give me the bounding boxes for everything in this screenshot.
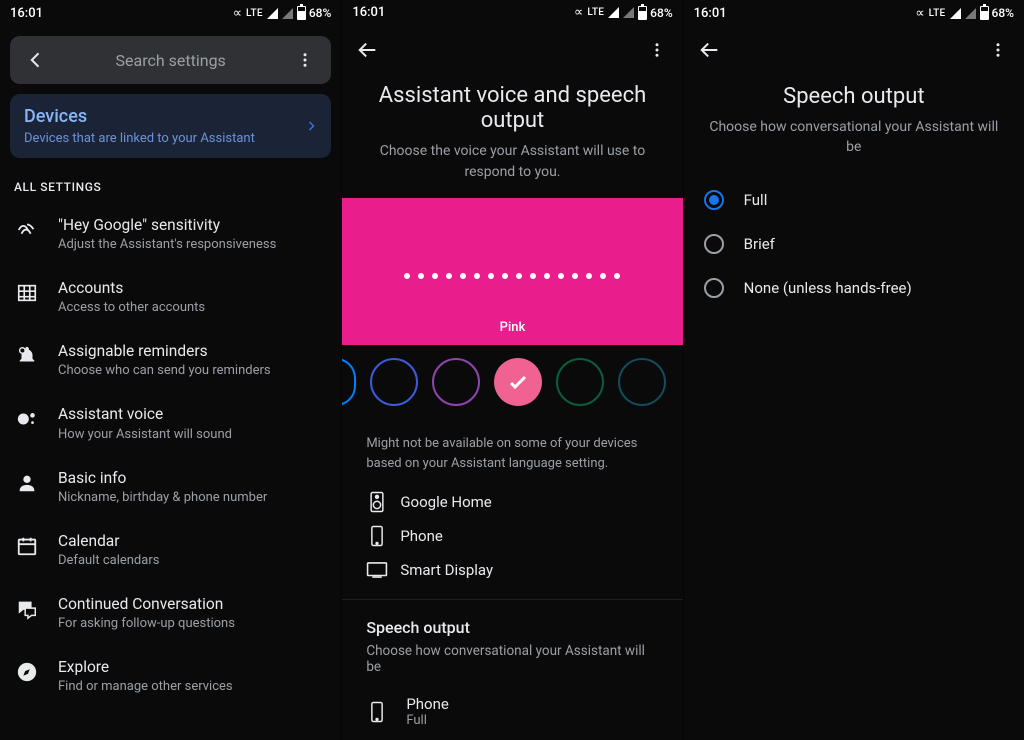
signal-icon: [267, 8, 278, 19]
check-icon: [506, 370, 530, 394]
page-description: Choose how conversational your Assistant…: [684, 117, 1024, 174]
status-time: 16:01: [352, 5, 385, 20]
status-bar: 16:01 ∝ LTE 68%: [342, 0, 682, 26]
overflow-button[interactable]: [637, 30, 677, 70]
sensitivity-icon: [14, 217, 40, 243]
speech-output-options: Full Brief None (unless hands-free): [684, 174, 1024, 314]
voice-option[interactable]: [556, 358, 604, 406]
accounts-icon: [14, 280, 40, 306]
status-bar: 16:01 ∝ LTE 68%: [684, 0, 1024, 26]
battery-indicator: 68%: [297, 6, 331, 20]
setting-hey-google-sensitivity[interactable]: "Hey Google" sensitivityAdjust the Assis…: [0, 202, 341, 265]
radio-brief[interactable]: Brief: [694, 222, 1014, 266]
network-lte: LTE: [246, 8, 263, 19]
devices-card[interactable]: Devices Devices that are linked to your …: [10, 94, 331, 158]
vpn-icon: ∝: [233, 6, 242, 21]
speaker-icon: [366, 491, 388, 513]
setting-calendar[interactable]: CalendarDefault calendars: [0, 518, 341, 581]
setting-assistant-voice[interactable]: Assistant voiceHow your Assistant will s…: [0, 391, 341, 454]
voice-waveform-icon: [404, 273, 620, 279]
speech-output-title: Speech output: [342, 600, 682, 643]
explore-icon: [14, 659, 40, 685]
voice-option[interactable]: [618, 358, 666, 406]
overflow-button[interactable]: [978, 30, 1018, 70]
device-google-home: Google Home: [366, 491, 506, 513]
voice-selector-row[interactable]: [342, 345, 682, 420]
signal-icon: [950, 8, 961, 19]
voice-option[interactable]: [432, 358, 480, 406]
speech-output-phone[interactable]: Phone Full: [342, 689, 682, 740]
device-smart-display: Smart Display: [366, 559, 566, 581]
setting-explore[interactable]: ExploreFind or manage other services: [0, 644, 341, 707]
calendar-icon: [14, 533, 40, 559]
page-description: Choose the voice your Assistant will use…: [342, 141, 682, 198]
display-icon: [366, 559, 388, 581]
battery-percent: 68%: [992, 6, 1014, 20]
speech-output-desc: Choose how conversational your Assistant…: [342, 643, 682, 689]
radio-icon: [704, 190, 724, 210]
network-lte: LTE: [587, 7, 604, 18]
status-time: 16:01: [10, 6, 43, 21]
battery-percent: 68%: [650, 6, 672, 20]
network-lte: LTE: [929, 8, 946, 19]
voice-option[interactable]: [342, 358, 356, 406]
phone-icon: [366, 701, 388, 723]
settings-list: "Hey Google" sensitivityAdjust the Assis…: [0, 202, 341, 707]
screen-voice-output: 16:01 ∝ LTE 68% Assistant voice and spee…: [341, 0, 682, 740]
voice-preview-card[interactable]: Pink: [342, 198, 682, 345]
battery-indicator: 68%: [638, 6, 672, 20]
page-title: Speech output: [684, 74, 1024, 117]
vpn-icon: ∝: [574, 5, 583, 20]
setting-assignable-reminders[interactable]: Assignable remindersChoose who can send …: [0, 328, 341, 391]
availability-note: Might not be available on some of your d…: [342, 420, 682, 491]
radio-none[interactable]: None (unless hands-free): [694, 266, 1014, 310]
signal-icon-2: [623, 7, 634, 18]
chevron-right-icon: [305, 116, 317, 136]
devices-subtitle: Devices that are linked to your Assistan…: [24, 131, 305, 146]
person-icon: [14, 470, 40, 496]
device-availability-list: Google Home Phone Smart Display: [342, 491, 682, 599]
back-button[interactable]: [348, 30, 388, 70]
assistant-voice-icon: [14, 406, 40, 432]
radio-full[interactable]: Full: [694, 178, 1014, 222]
voice-option[interactable]: [370, 358, 418, 406]
voice-option-selected[interactable]: [494, 358, 542, 406]
signal-icon: [608, 7, 619, 18]
status-bar: 16:01 ∝ LTE 68%: [0, 0, 341, 26]
status-time: 16:01: [694, 6, 727, 21]
setting-accounts[interactable]: AccountsAccess to other accounts: [0, 265, 341, 328]
battery-icon: [980, 6, 989, 20]
signal-icon-2: [282, 8, 293, 19]
battery-icon: [297, 6, 306, 20]
voice-name-label: Pink: [500, 320, 526, 335]
screen-speech-output: 16:01 ∝ LTE 68% Speech output Choose how…: [683, 0, 1024, 740]
battery-percent: 68%: [309, 6, 331, 20]
signal-icon-2: [965, 8, 976, 19]
search-placeholder: Search settings: [56, 51, 285, 70]
search-bar[interactable]: Search settings: [10, 36, 331, 84]
setting-continued-conversation[interactable]: Continued ConversationFor asking follow-…: [0, 581, 341, 644]
page-header: [684, 26, 1024, 74]
all-settings-header: ALL SETTINGS: [0, 158, 341, 202]
screen-settings-list: 16:01 ∝ LTE 68% Search settings: [0, 0, 341, 740]
back-button[interactable]: [16, 50, 56, 70]
overflow-button[interactable]: [285, 51, 325, 69]
setting-basic-info[interactable]: Basic infoNickname, birthday & phone num…: [0, 455, 341, 518]
vpn-icon: ∝: [915, 6, 924, 21]
conversation-icon: [14, 596, 40, 622]
page-title: Assistant voice and speech output: [342, 73, 682, 141]
radio-icon: [704, 278, 724, 298]
phone-icon: [366, 525, 388, 547]
radio-icon: [704, 234, 724, 254]
page-header: [342, 26, 682, 74]
reminder-icon: [14, 343, 40, 369]
devices-title: Devices: [24, 106, 305, 127]
device-phone: Phone: [366, 525, 506, 547]
battery-icon: [638, 6, 647, 20]
battery-indicator: 68%: [980, 6, 1014, 20]
back-button[interactable]: [690, 30, 730, 70]
